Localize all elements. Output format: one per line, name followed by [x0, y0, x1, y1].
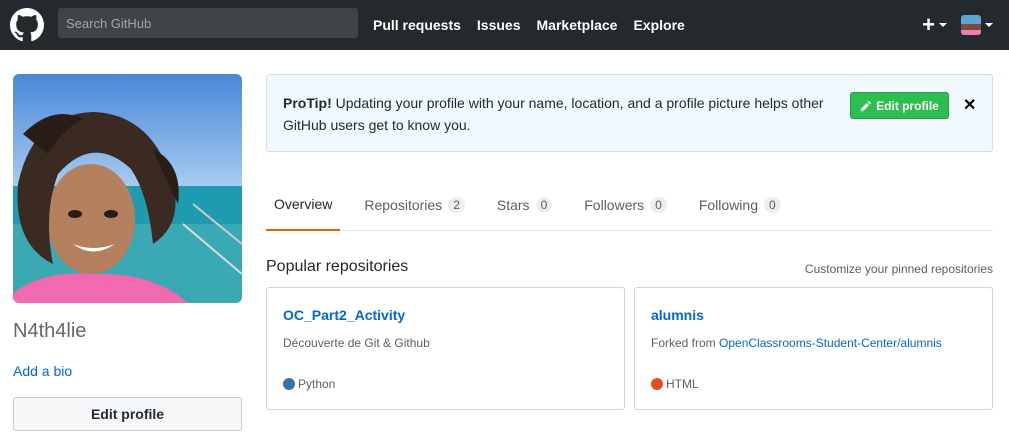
profile-tabs: Overview Repositories 2 Stars 0 Follower… [266, 178, 993, 231]
nav-explore[interactable]: Explore [633, 17, 684, 33]
add-bio-link[interactable]: Add a bio [13, 363, 72, 379]
nav-pull-requests[interactable]: Pull requests [373, 17, 461, 33]
create-new-dropdown[interactable]: + [922, 12, 947, 38]
popular-repositories-heading: Popular repositories [266, 258, 409, 275]
profile-username: N4th4lie [13, 320, 87, 342]
forked-from-link[interactable]: OpenClassrooms-Student-Center/alumnis [719, 336, 942, 350]
repo-name-link[interactable]: OC_Part2_Activity [283, 307, 405, 323]
repo-description: Découverte de Git & Github [283, 336, 430, 350]
tab-stars[interactable]: Stars 0 [489, 178, 560, 231]
user-menu-dropdown[interactable] [961, 15, 993, 35]
customize-pinned-link[interactable]: Customize your pinned repositories [805, 262, 993, 276]
protip-edit-profile-button[interactable]: Edit profile [850, 92, 949, 119]
language-color-dot [283, 378, 295, 390]
profile-photo-image [13, 74, 242, 303]
pencil-icon [860, 100, 872, 111]
tab-label: Following [698, 196, 758, 213]
tab-following[interactable]: Following 0 [691, 178, 789, 231]
repo-language: HTML [651, 377, 699, 391]
tab-count: 0 [763, 196, 781, 213]
repo-language: Python [283, 377, 335, 391]
protip-banner: ProTip! Updating your profile with your … [266, 74, 993, 152]
language-label: HTML [666, 377, 699, 391]
tab-followers[interactable]: Followers 0 [576, 178, 675, 231]
repo-fork-info: Forked from OpenClassrooms-Student-Cente… [651, 336, 942, 350]
tab-label: Stars [496, 196, 530, 213]
tab-label: Repositories [364, 196, 443, 213]
protip-text: ProTip! Updating your profile with your … [283, 92, 843, 136]
caret-down-icon [985, 23, 993, 27]
edit-profile-button[interactable]: Edit profile [13, 397, 242, 431]
protip-message: Updating your profile with your name, lo… [283, 95, 824, 133]
forked-from-label: Forked from [651, 336, 720, 350]
close-icon[interactable]: ✕ [963, 95, 976, 115]
plus-icon: + [922, 12, 935, 37]
repo-name-link[interactable]: alumnis [651, 307, 704, 323]
search-input[interactable] [58, 8, 358, 38]
repo-card: OC_Part2_Activity Découverte de Git & Gi… [266, 287, 625, 410]
protip-label: ProTip! [283, 95, 332, 111]
tab-count: 0 [535, 196, 553, 213]
nav-issues[interactable]: Issues [477, 17, 521, 33]
github-logo-icon[interactable] [10, 8, 44, 42]
repo-card: alumnis Forked from OpenClassrooms-Stude… [634, 287, 993, 410]
tab-label: Followers [584, 196, 645, 213]
avatar [961, 15, 981, 35]
nav-marketplace[interactable]: Marketplace [537, 17, 618, 33]
tab-count: 2 [448, 196, 465, 213]
header-actions: + [922, 0, 993, 50]
tab-count: 0 [650, 196, 667, 213]
protip-edit-label: Edit profile [876, 98, 939, 113]
main-nav: Pull requests Issues Marketplace Explore [373, 0, 701, 50]
profile-photo[interactable] [13, 74, 242, 303]
tab-repositories[interactable]: Repositories 2 [356, 178, 473, 231]
language-label: Python [298, 377, 336, 391]
tab-label: Overview [274, 195, 333, 212]
tab-overview[interactable]: Overview [266, 178, 341, 231]
top-header: Pull requests Issues Marketplace Explore… [0, 0, 1009, 50]
caret-down-icon [939, 23, 947, 27]
language-color-dot [651, 378, 663, 390]
